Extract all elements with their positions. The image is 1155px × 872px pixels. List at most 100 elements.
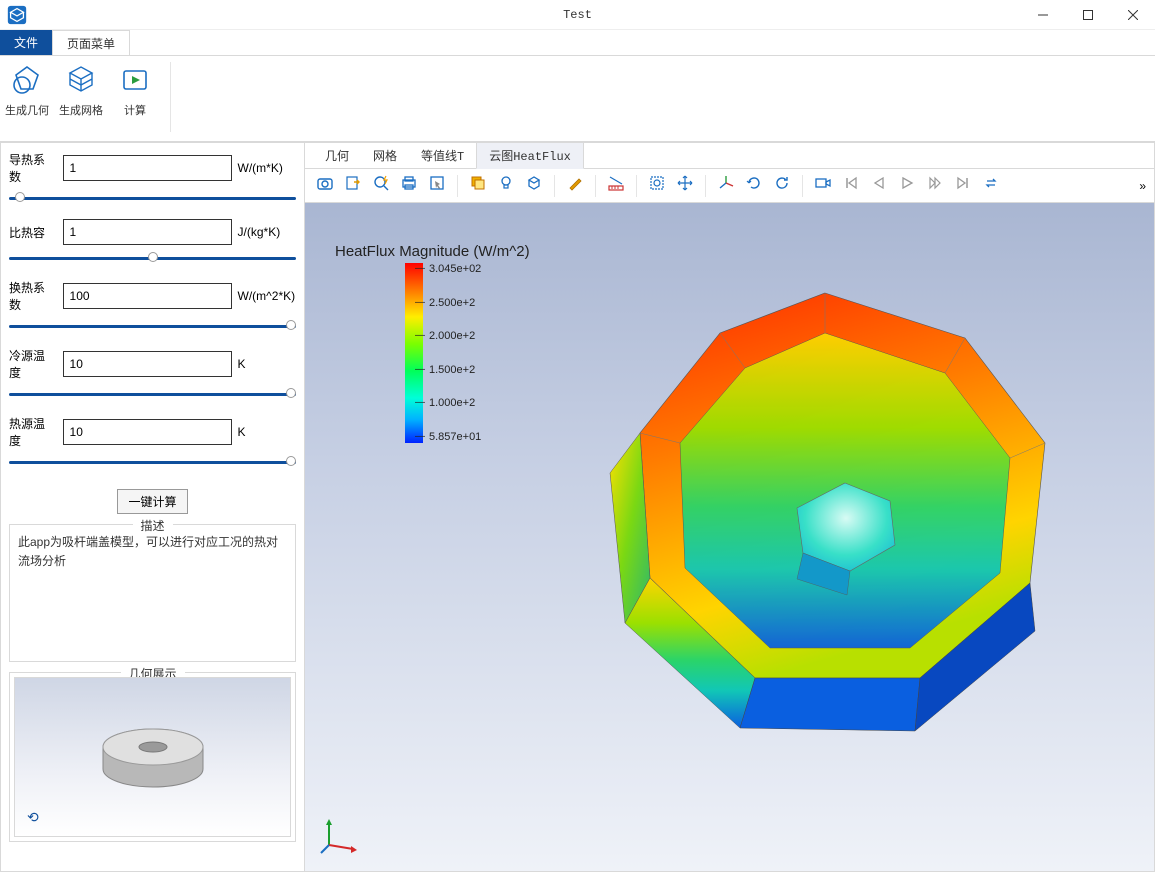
- ribbon-generate-geometry[interactable]: 生成几何: [0, 62, 54, 118]
- colorbar-tick: 1.000e+2: [429, 397, 481, 409]
- video-icon: [814, 174, 832, 197]
- print-icon: [400, 174, 418, 197]
- ribbon-compute[interactable]: 计算: [108, 62, 162, 118]
- ribbon-separator: [170, 62, 171, 132]
- thermal-conductivity-slider[interactable]: [9, 197, 296, 200]
- menubar: 文件 页面菜单: [0, 30, 1155, 56]
- close-button[interactable]: [1110, 0, 1155, 30]
- param-unit: J/(kg*K): [238, 225, 296, 239]
- heat-transfer-coeff-slider[interactable]: [9, 325, 296, 328]
- geometry-preview-fieldset: 几何展示 ⟲: [9, 672, 296, 842]
- tab-page-menu[interactable]: 页面菜单: [53, 30, 130, 55]
- layers-button[interactable]: [466, 174, 490, 198]
- axes-button[interactable]: [714, 174, 738, 198]
- minimize-button[interactable]: [1020, 0, 1065, 30]
- next-frame-button[interactable]: [923, 174, 947, 198]
- skip-first-icon: [842, 174, 860, 197]
- layers-icon: [469, 174, 487, 197]
- skip-last-icon: [954, 174, 972, 197]
- model-render: [545, 283, 1105, 803]
- toolbar-overflow[interactable]: »: [1139, 179, 1146, 193]
- toolbar-separator: [457, 175, 458, 197]
- description-fieldset: 描述 此app为吸杆端盖模型，可以进行对应工况的热对流场分析: [9, 524, 296, 662]
- window-title: Test: [563, 8, 592, 22]
- cold-source-temp-input[interactable]: [63, 351, 232, 377]
- screenshot-button[interactable]: [313, 174, 337, 198]
- description-legend: 描述: [132, 517, 172, 534]
- camera-icon: [316, 174, 334, 197]
- cold-source-temp-slider[interactable]: [9, 393, 296, 396]
- main-area: 几何 网格 等值线T 云图HeatFlux: [305, 143, 1154, 871]
- zoom-flash-button[interactable]: [369, 174, 393, 198]
- param-label: 冷源温度: [9, 347, 57, 381]
- last-frame-button[interactable]: [951, 174, 975, 198]
- param-label: 导热系数: [9, 151, 57, 185]
- rotate-button[interactable]: [742, 174, 766, 198]
- heat-transfer-coeff-input[interactable]: [63, 283, 232, 309]
- colorbar-tick: 5.857e+01: [429, 431, 481, 443]
- thermal-conductivity-input[interactable]: [63, 155, 232, 181]
- viewport-toolbar: »: [305, 169, 1154, 203]
- prev-frame-button[interactable]: [867, 174, 891, 198]
- refresh-icon: [773, 174, 791, 197]
- viewtab-mesh[interactable]: 网格: [361, 143, 409, 168]
- hot-source-temp-slider[interactable]: [9, 461, 296, 464]
- viewtab-cloud-heatflux[interactable]: 云图HeatFlux: [476, 142, 584, 169]
- ribbon-generate-mesh[interactable]: 生成网格: [54, 62, 108, 118]
- geometry-preview[interactable]: ⟲: [14, 677, 291, 837]
- preview-tools-icon[interactable]: ⟲: [27, 809, 39, 826]
- toolbar-separator: [636, 175, 637, 197]
- brush-button[interactable]: [563, 174, 587, 198]
- colorbar-tick: 2.000e+2: [429, 330, 481, 342]
- specific-heat-slider[interactable]: [9, 257, 296, 260]
- animation-button[interactable]: [811, 174, 835, 198]
- viewport-3d[interactable]: HeatFlux Magnitude (W/m^2) 3.045e+02 2.5…: [305, 203, 1154, 871]
- play-icon: [898, 174, 916, 197]
- print-button[interactable]: [397, 174, 421, 198]
- export-icon: [344, 174, 362, 197]
- param-unit: K: [238, 357, 296, 371]
- ribbon-label: 计算: [124, 102, 146, 118]
- param-hot-source-temp: 热源温度 K: [9, 415, 296, 477]
- viewtab-geometry[interactable]: 几何: [313, 143, 361, 168]
- view-tabs: 几何 网格 等值线T 云图HeatFlux: [305, 143, 1154, 169]
- hot-source-temp-input[interactable]: [63, 419, 232, 445]
- rotate-icon: [745, 174, 763, 197]
- generate-mesh-icon: [63, 62, 99, 98]
- ruler-icon: [607, 174, 625, 197]
- axis-triad-icon: [319, 815, 359, 855]
- param-heat-transfer-coeff: 换热系数 W/(m^2*K): [9, 279, 296, 341]
- param-thermal-conductivity: 导热系数 W/(m*K): [9, 151, 296, 213]
- tab-file[interactable]: 文件: [0, 30, 53, 55]
- ribbon-label: 生成几何: [5, 102, 49, 118]
- maximize-button[interactable]: [1065, 0, 1110, 30]
- colorbar: 3.045e+02 2.500e+2 2.000e+2 1.500e+2 1.0…: [405, 263, 481, 443]
- measure-button[interactable]: [604, 174, 628, 198]
- compute-all-button[interactable]: 一键计算: [117, 489, 187, 514]
- specific-heat-input[interactable]: [63, 219, 232, 245]
- param-label: 比热容: [9, 224, 57, 241]
- colorbar-tick: 2.500e+2: [429, 297, 481, 309]
- zoom-flash-icon: [372, 174, 390, 197]
- param-specific-heat: 比热容 J/(kg*K): [9, 219, 296, 273]
- toolbar-separator: [554, 175, 555, 197]
- colorbar-tick: 3.045e+02: [429, 263, 481, 275]
- param-unit: W/(m^2*K): [238, 289, 296, 303]
- light-button[interactable]: [494, 174, 518, 198]
- lightbulb-icon: [497, 174, 515, 197]
- zoom-extent-icon: [648, 174, 666, 197]
- first-frame-button[interactable]: [839, 174, 863, 198]
- zoom-extent-button[interactable]: [645, 174, 669, 198]
- reset-view-button[interactable]: [770, 174, 794, 198]
- loop-button[interactable]: [979, 174, 1003, 198]
- generate-geometry-icon: [9, 62, 45, 98]
- select-button[interactable]: [425, 174, 449, 198]
- pan-button[interactable]: [673, 174, 697, 198]
- export-button[interactable]: [341, 174, 365, 198]
- play-button[interactable]: [895, 174, 919, 198]
- transparency-button[interactable]: [522, 174, 546, 198]
- move-icon: [676, 174, 694, 197]
- param-label: 换热系数: [9, 279, 57, 313]
- colorbar-ticks: 3.045e+02 2.500e+2 2.000e+2 1.500e+2 1.0…: [429, 263, 481, 443]
- viewtab-contour-t[interactable]: 等值线T: [409, 143, 476, 168]
